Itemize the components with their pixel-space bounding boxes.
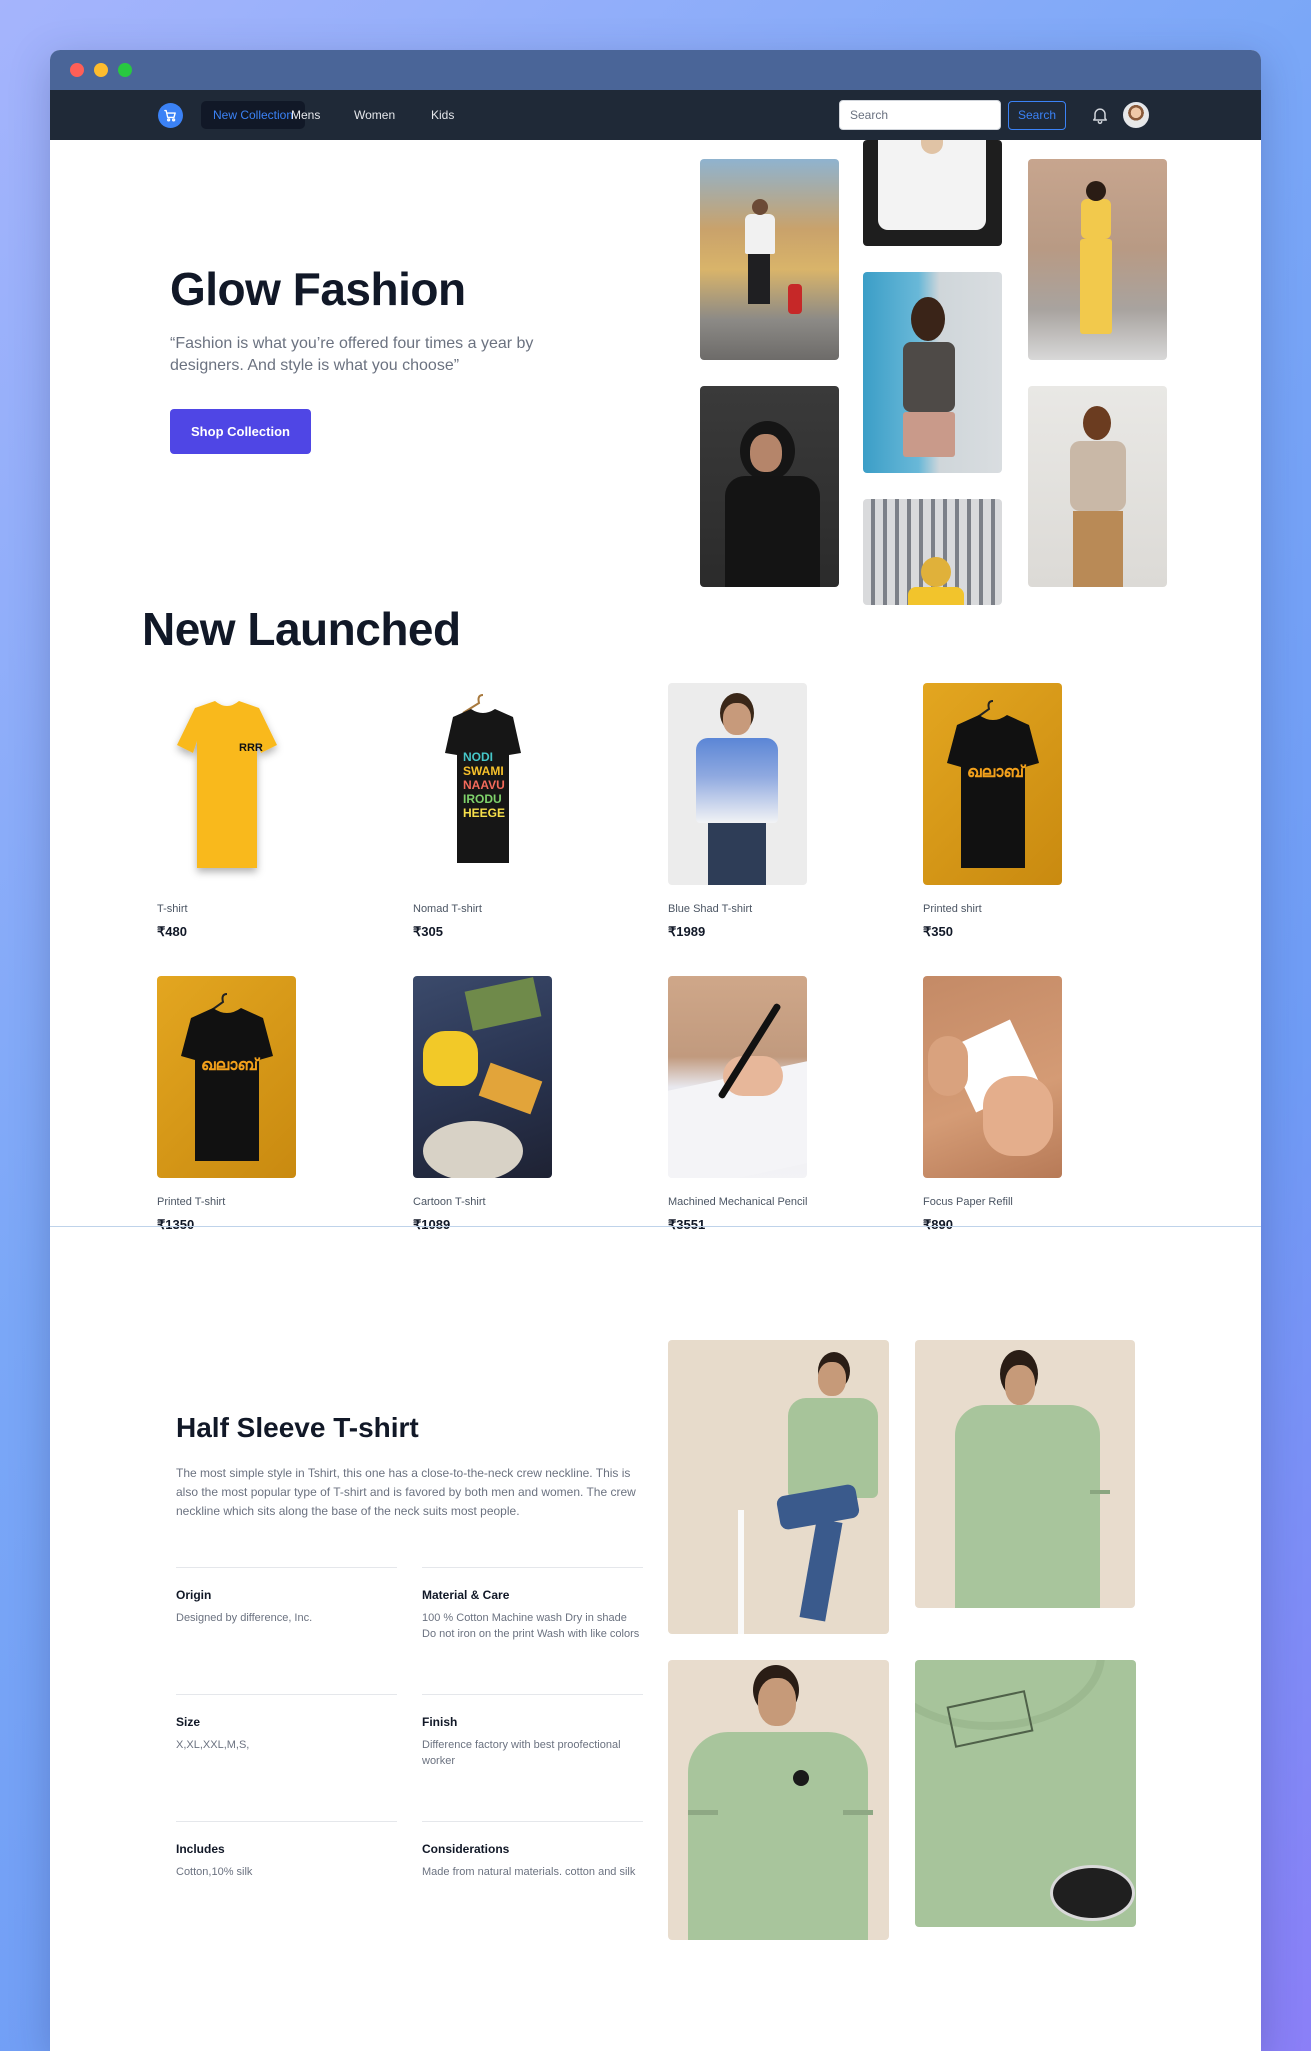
svg-text:ഖലാബ്: ഖലാബ് <box>201 1057 261 1074</box>
maximize-window-dot[interactable] <box>118 63 132 77</box>
nav-mens[interactable]: Mens <box>279 101 332 129</box>
hero-photo-woman-dark <box>700 386 839 587</box>
spec-label: Finish <box>422 1715 458 1729</box>
detail-photo-back <box>915 1340 1135 1608</box>
product-price: ₹1989 <box>668 924 706 939</box>
top-navbar: New Collection Mens Women Kids Search <box>50 90 1261 140</box>
svg-text:RRR: RRR <box>239 742 263 754</box>
hero-photo-man-street <box>700 159 839 360</box>
hero-quote: “Fashion is what you’re offered four tim… <box>170 335 534 374</box>
spec-value: X,XL,XXL,M,S, <box>176 1739 250 1751</box>
product-image-blue-shad-tshirt[interactable] <box>668 683 807 885</box>
product-name: Nomad T-shirt <box>413 903 482 915</box>
bell-icon[interactable] <box>1090 105 1110 125</box>
window-titlebar <box>50 50 1261 90</box>
spec-value: Designed by difference, Inc. <box>176 1612 313 1624</box>
product-price: ₹3551 <box>668 1217 706 1232</box>
product-price: ₹305 <box>413 924 443 939</box>
spec-value: Difference factory with best proofection… <box>422 1739 621 1767</box>
product-image-tshirt[interactable]: RRR <box>157 683 296 885</box>
product-image-nomad-tshirt[interactable]: NODI SWAMI NAAVU IRODU HEEGE <box>413 683 552 885</box>
product-image-printed-shirt[interactable]: ഖലാബ് <box>923 683 1062 885</box>
nav-women[interactable]: Women <box>342 101 407 129</box>
product-name: Printed shirt <box>923 903 982 915</box>
svg-text:SWAMI: SWAMI <box>463 764 504 778</box>
product-image-cartoon-tshirt[interactable] <box>413 976 552 1178</box>
spec-label: Origin <box>176 1588 212 1602</box>
product-name: Focus Paper Refill <box>923 1196 1013 1208</box>
hero-photo-yellow-outfit <box>1028 159 1167 360</box>
spec-value: Made from natural materials. cotton and … <box>422 1866 636 1878</box>
section-divider <box>50 1226 1261 1227</box>
search-button[interactable]: Search <box>1008 101 1066 130</box>
product-name: T-shirt <box>157 903 188 915</box>
nav-kids[interactable]: Kids <box>419 101 466 129</box>
shop-collection-button[interactable]: Shop Collection <box>170 409 311 454</box>
product-name: Cartoon T-shirt <box>413 1196 486 1208</box>
hero-photo-beige-outfit <box>1028 386 1167 587</box>
detail-title: Half Sleeve T-shirt <box>176 1412 419 1443</box>
spec-value: 100 % Cotton Machine wash Dry in shade D… <box>422 1612 640 1640</box>
spec-origin: Origin Designed by difference, Inc. <box>176 1567 397 1626</box>
search-input[interactable] <box>839 100 1001 130</box>
product-name: Machined Mechanical Pencil <box>668 1196 808 1208</box>
user-avatar[interactable] <box>1123 102 1149 128</box>
product-price: ₹1350 <box>157 1217 195 1232</box>
product-price: ₹480 <box>157 924 187 939</box>
spec-label: Material & Care <box>422 1588 510 1602</box>
spec-value: Cotton,10% silk <box>176 1866 253 1878</box>
detail-photo-seated <box>668 1340 889 1634</box>
spec-material-care: Material & Care 100 % Cotton Machine was… <box>422 1567 643 1642</box>
product-name: Blue Shad T-shirt <box>668 903 753 915</box>
close-window-dot[interactable] <box>70 63 84 77</box>
hero-photo-woman-blue-wall <box>863 272 1002 473</box>
spec-size: Size X,XL,XXL,M,S, <box>176 1694 397 1753</box>
hero-photo-white-tee <box>863 140 1002 246</box>
product-image-mechanical-pencil[interactable] <box>668 976 807 1178</box>
detail-photo-front <box>668 1660 889 1940</box>
new-launched-title: New Launched <box>142 603 461 655</box>
svg-text:NAAVU: NAAVU <box>463 778 505 792</box>
detail-description: The most simple style in Tshirt, this on… <box>176 1466 636 1518</box>
product-price: ₹1089 <box>413 1217 451 1232</box>
hero-title: Glow Fashion <box>170 263 466 315</box>
svg-text:HEEGE: HEEGE <box>463 806 505 820</box>
spec-label: Includes <box>176 1842 225 1856</box>
svg-text:ഖലാബ്: ഖലാബ് <box>967 764 1027 781</box>
spec-includes: Includes Cotton,10% silk <box>176 1821 397 1880</box>
svg-text:NODI: NODI <box>463 750 493 764</box>
spec-finish: Finish Difference factory with best proo… <box>422 1694 643 1769</box>
spec-label: Size <box>176 1715 201 1729</box>
cart-logo-icon[interactable] <box>158 103 183 128</box>
svg-text:IRODU: IRODU <box>463 792 502 806</box>
product-image-printed-tshirt[interactable]: ഖലാബ് <box>157 976 296 1178</box>
hero-photo-building-yellow <box>863 499 1002 605</box>
minimize-window-dot[interactable] <box>94 63 108 77</box>
product-price: ₹350 <box>923 924 953 939</box>
spec-label: Considerations <box>422 1842 510 1856</box>
spec-considerations: Considerations Made from natural materia… <box>422 1821 643 1880</box>
product-name: Printed T-shirt <box>157 1196 226 1208</box>
product-price: ₹890 <box>923 1217 953 1232</box>
browser-window: New Collection Mens Women Kids Search Gl… <box>50 50 1261 2051</box>
detail-photo-label-closeup <box>915 1660 1136 1927</box>
product-image-focus-paper-refill[interactable] <box>923 976 1062 1178</box>
